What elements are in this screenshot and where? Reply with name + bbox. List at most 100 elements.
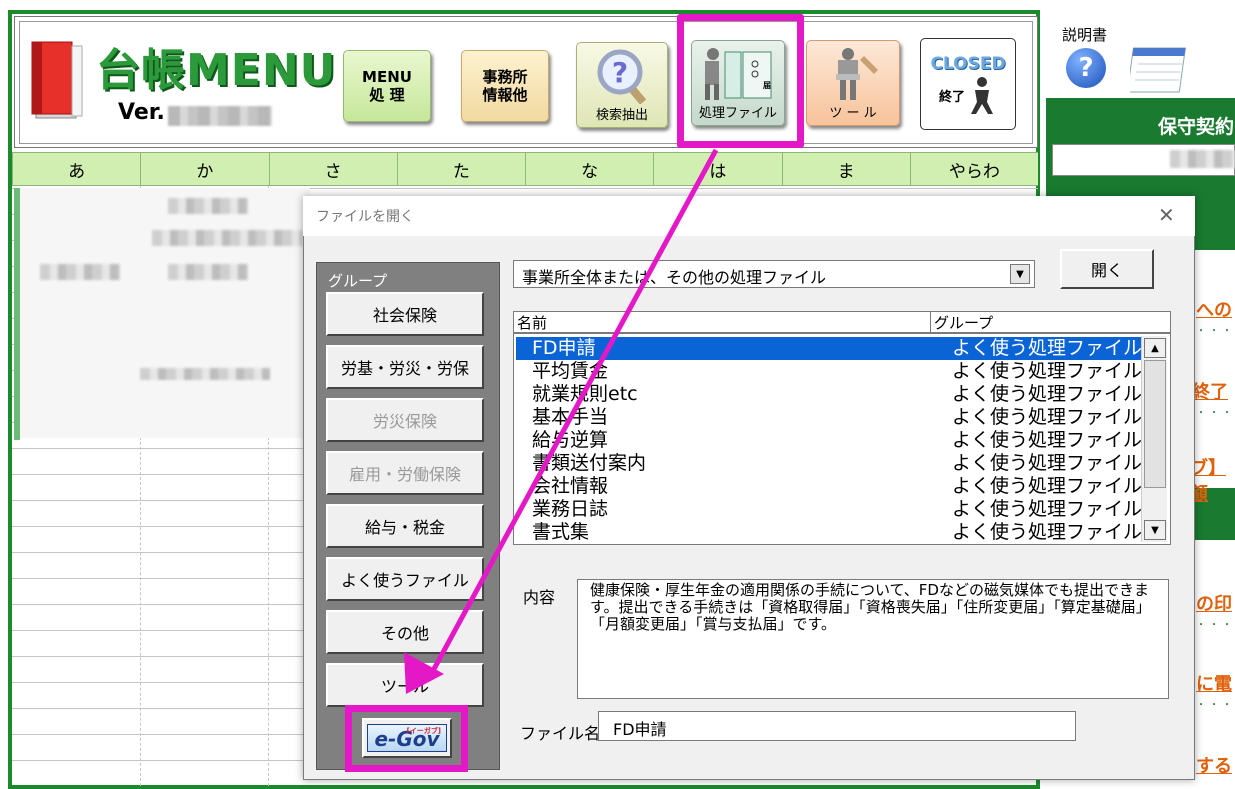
- menu-process-button[interactable]: MENU 処 理: [343, 50, 431, 122]
- list-item[interactable]: 給与逆算 よく使う処理ファイル: [516, 429, 1146, 452]
- version-label: Ver.: [118, 100, 165, 125]
- group-button-payroll-tax[interactable]: 給与・税金: [326, 504, 484, 548]
- filename-field[interactable]: FD申請: [598, 711, 1076, 741]
- group-button-tools[interactable]: ツール: [326, 663, 484, 707]
- kana-tab[interactable]: やらわ: [909, 153, 1038, 185]
- file-name: 給与逆算: [532, 429, 609, 451]
- search-extract-button[interactable]: ? 検索抽出: [576, 42, 668, 128]
- group-button-workers-comp[interactable]: 労災保険: [326, 398, 484, 442]
- file-group: よく使う処理ファイル: [952, 429, 1143, 451]
- file-name: FD申請: [532, 337, 596, 359]
- office-button-line2: 情報他: [482, 86, 528, 104]
- file-name: 業務日誌: [532, 498, 609, 520]
- list-item[interactable]: 書類送付案内 よく使う処理ファイル: [516, 452, 1146, 475]
- dialog-titlebar: [303, 196, 1195, 236]
- kana-tab[interactable]: ま: [781, 153, 910, 185]
- manual-label: 説明書: [1062, 26, 1108, 44]
- redacted-cell: [168, 198, 248, 214]
- kana-index-tabs: あ か さ た な は ま やらわ: [12, 152, 1038, 186]
- version-number-redacted: [168, 106, 272, 126]
- dialog-title: ファイルを開く: [316, 209, 414, 225]
- office-info-button[interactable]: 事務所 情報他: [461, 50, 549, 122]
- file-name: 平均賃金: [532, 360, 609, 382]
- group-button-labor-standards[interactable]: 労基・労災・労保: [326, 345, 484, 389]
- side-link[interactable]: の印: [1196, 590, 1232, 616]
- closed-sign-label: CLOSED: [930, 54, 1006, 74]
- link-divider: ・・・: [1196, 326, 1235, 337]
- binder-logo-icon: [31, 41, 83, 119]
- side-link[interactable]: に電: [1196, 670, 1232, 696]
- group-heading: グループ: [328, 272, 388, 290]
- file-group: よく使う処理ファイル: [952, 452, 1143, 474]
- side-link[interactable]: 終了: [1192, 378, 1228, 404]
- calendar-icon[interactable]: [1130, 44, 1192, 96]
- file-list: FD申請 よく使う処理ファイル 平均賃金 よく使う処理ファイル 就業規則etc …: [513, 333, 1171, 545]
- menu-button-line1: MENU: [362, 68, 412, 86]
- file-list-header: [513, 311, 1171, 333]
- file-name: 書式集: [532, 521, 590, 543]
- link-divider: ・・・: [1196, 408, 1235, 419]
- contract-panel-title: 保守契約: [1158, 116, 1235, 138]
- file-group: よく使う処理ファイル: [952, 498, 1143, 520]
- file-name: 書類送付案内: [532, 452, 647, 474]
- tool-button[interactable]: ツ ー ル: [806, 40, 900, 126]
- close-icon[interactable]: ✕: [1158, 203, 1175, 227]
- scroll-down-icon[interactable]: ▼: [1144, 520, 1166, 540]
- group-button-social-insurance[interactable]: 社会保険: [326, 292, 484, 336]
- link-divider: ・・・: [1196, 700, 1235, 711]
- file-group: よく使う処理ファイル: [952, 475, 1143, 497]
- worker-tool-icon: [836, 47, 878, 100]
- scroll-thumb[interactable]: [1144, 360, 1166, 488]
- file-group: よく使う処理ファイル: [952, 521, 1143, 543]
- redacted-cell: [168, 264, 248, 280]
- redacted-cell: [40, 264, 120, 280]
- redacted-field: [1170, 150, 1235, 168]
- category-select[interactable]: 事業所全体または、その他の処理ファイル: [513, 260, 1035, 288]
- list-item[interactable]: 平均賃金 よく使う処理ファイル: [516, 360, 1146, 383]
- list-item[interactable]: FD申請 よく使う処理ファイル: [516, 337, 1146, 360]
- kana-tab[interactable]: な: [525, 153, 653, 185]
- file-name: 会社情報: [532, 475, 609, 497]
- content-label: 内容: [523, 588, 556, 607]
- column-header-group[interactable]: グループ: [934, 312, 993, 333]
- search-button-label: 検索抽出: [595, 107, 648, 123]
- kana-tab[interactable]: さ: [268, 153, 397, 185]
- redacted-cell: [152, 230, 302, 246]
- group-button-other[interactable]: その他: [326, 610, 484, 654]
- kana-tab[interactable]: た: [396, 153, 525, 185]
- kana-tab[interactable]: か: [140, 153, 268, 185]
- side-link[interactable]: への: [1196, 296, 1232, 322]
- list-item[interactable]: 会社情報 よく使う処理ファイル: [516, 475, 1146, 498]
- list-item[interactable]: 基本手当 よく使う処理ファイル: [516, 406, 1146, 429]
- tool-button-label: ツ ー ル: [829, 105, 877, 121]
- open-button[interactable]: 開く: [1060, 249, 1154, 289]
- file-name: 就業規則etc: [532, 383, 638, 405]
- list-item[interactable]: 業務日誌 よく使う処理ファイル: [516, 498, 1146, 521]
- kana-tab[interactable]: あ: [12, 153, 140, 185]
- side-link[interactable]: する: [1196, 752, 1232, 778]
- chevron-down-icon[interactable]: ▼: [1010, 264, 1030, 284]
- app-title: 台帳MENU: [96, 45, 337, 96]
- scroll-up-icon[interactable]: ▲: [1144, 338, 1166, 358]
- filename-label: ファイル名: [520, 724, 601, 743]
- row-selection-marker: [14, 188, 20, 440]
- file-group: よく使う処理ファイル: [952, 337, 1143, 359]
- list-item[interactable]: 書式集 よく使う処理ファイル: [516, 521, 1146, 544]
- help-question-icon[interactable]: ?: [1066, 48, 1106, 88]
- file-group: よく使う処理ファイル: [952, 360, 1143, 382]
- exiting-person-icon: [971, 77, 993, 114]
- file-list-scrollbar[interactable]: ▲ ▼: [1141, 336, 1167, 542]
- group-button-employment-insurance[interactable]: 雇用・労働保険: [326, 451, 484, 495]
- list-item[interactable]: 就業規則etc よく使う処理ファイル: [516, 383, 1146, 406]
- closed-exit-button[interactable]: CLOSED 終了: [920, 38, 1016, 130]
- side-link[interactable]: ブ】顧: [1190, 454, 1235, 506]
- group-button-frequent-files[interactable]: よく使うファイル: [326, 557, 484, 601]
- egov-highlight: [345, 705, 468, 772]
- link-divider: ・・・: [1196, 620, 1235, 631]
- ledger-records-area: [20, 188, 310, 438]
- kana-tab[interactable]: は: [653, 153, 781, 185]
- column-header-name[interactable]: 名前: [517, 312, 547, 333]
- column-separator: [930, 312, 931, 332]
- magnifier-question-icon: ?: [597, 49, 647, 104]
- content-description: 健康保険・厚生年金の適用関係の手続について、FDなどの磁気媒体でも提出できます。…: [577, 579, 1169, 699]
